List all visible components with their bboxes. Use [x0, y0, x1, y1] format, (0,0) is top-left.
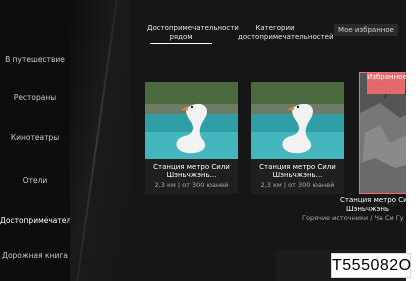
attraction-photo — [145, 82, 238, 159]
attraction-photo — [251, 82, 344, 159]
card-title-line2: Шэньчжэнь... — [166, 171, 217, 179]
tab-nearby-attractions[interactable]: Достопримечательности рядом — [147, 24, 239, 41]
tab-my-favorites[interactable]: Мое избранное — [334, 24, 398, 36]
card-meta: 2,3 км | от 300 юаней — [154, 181, 229, 189]
sidebar-item-label: В путешествие — [5, 55, 65, 64]
sidebar-item-label: Кинотеатры — [10, 133, 60, 142]
badge-label: Избранное — [367, 73, 406, 81]
favorite-badge: Избранное — [367, 73, 406, 94]
sidebar-item-travel-book[interactable]: Дорожная книга — [0, 251, 70, 260]
attraction-card[interactable]: Станция метро Сили Шэньчжэнь... 2,3 км |… — [251, 82, 344, 194]
sidebar-divider — [70, 0, 130, 281]
card-title-line2: Шэньчжэнь... — [272, 171, 323, 179]
sidebar-item-hotels[interactable]: Отели — [0, 176, 70, 185]
tab-attraction-categories[interactable]: Категории достопримечательностей — [238, 24, 334, 41]
sidebar: В путешествие Рестораны Кинотеатры Отели… — [0, 0, 98, 281]
sidebar-item-label: Отели — [22, 176, 48, 185]
tab-label: Мое избранное — [338, 26, 394, 34]
sidebar-item-cinemas[interactable]: Кинотеатры — [0, 133, 70, 142]
sidebar-item-label: Рестораны — [13, 93, 57, 102]
sidebar-item-label: Дорожная книга — [2, 251, 68, 260]
sidebar-item-restaurants[interactable]: Рестораны — [0, 93, 70, 102]
sidebar-item-travel[interactable]: В путешествие — [0, 55, 70, 64]
sidebar-item-attractions[interactable]: Достопримечательности — [0, 216, 98, 225]
card-title-line2: Шэньчжэнь — [346, 205, 390, 213]
card-title: Станция метро Сили — [340, 196, 406, 204]
card-meta: Горячие источники / Ча Си Гу — [302, 214, 404, 222]
app-screen: В путешествие Рестораны Кинотеатры Отели… — [0, 0, 406, 281]
tab-label: Категории достопримечательностей — [238, 24, 334, 41]
watermark-id-stamp: T555082O — [331, 253, 411, 278]
active-tab-indicator — [150, 43, 212, 44]
attraction-card[interactable]: Станция метро Сили Шэньчжэнь... 2,3 км |… — [145, 82, 238, 194]
tab-label: Достопримечательности рядом — [147, 24, 239, 41]
card-meta: 2,3 км | от 300 юаней — [260, 181, 335, 189]
